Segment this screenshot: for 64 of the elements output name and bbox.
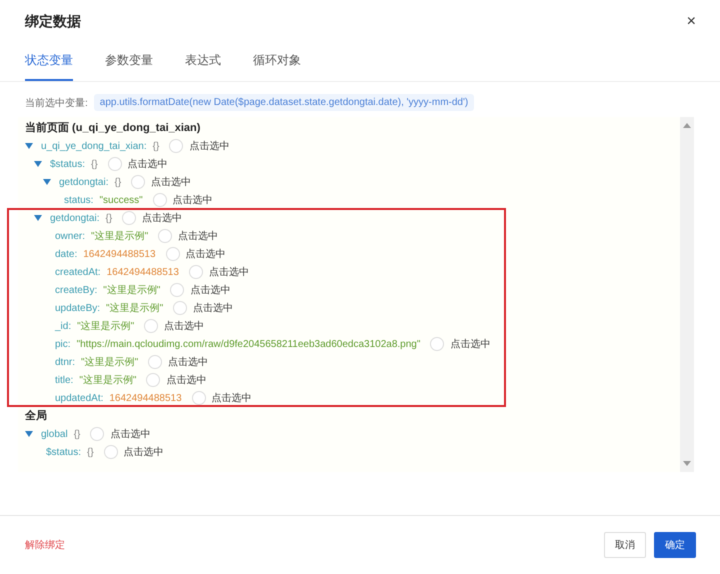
variable-key: createdAt: [55,266,101,278]
tab[interactable]: 参数变量 [105,46,153,81]
variable-value: "这里是示例" [81,356,138,369]
variable-value: {} [74,428,80,440]
variable-key: createBy: [55,284,98,296]
variable-value: 1642494488513 [109,392,182,404]
tab[interactable]: 表达式 [185,46,221,81]
variable-key: updatedAt: [55,392,104,404]
variable-value: {} [152,140,160,152]
variable-key: status: [64,194,94,206]
select-label[interactable]: 点击选中 [450,337,490,351]
select-label[interactable]: 点击选中 [212,391,252,405]
tab[interactable]: 状态变量 [25,46,73,81]
current-variable-value: app.utils.formatDate(new Date($page.dataset.state.getdongtai.date), 'yyyy-mm-dd') [94,94,474,111]
select-label[interactable]: 点击选中 [128,157,168,171]
dialog-title: 绑定数据 [25,13,81,31]
confirm-button[interactable]: 确定 [654,532,696,558]
select-label[interactable]: 点击选中 [124,445,164,459]
select-label[interactable]: 点击选中 [168,355,208,369]
tab[interactable]: 循环对象 [253,46,301,81]
close-button[interactable]: × [686,13,696,31]
select-label[interactable]: 点击选中 [151,175,192,189]
section-title: 当前页面 (u_qi_ye_dong_tai_xian) [25,120,202,136]
section-title: 全局 [25,408,48,424]
select-label[interactable]: 点击选中 [172,193,213,207]
variable-key: updateBy: [55,302,100,314]
variable-value: {} [91,158,98,170]
variable-value: 1642494488513 [83,248,156,260]
variable-key: $status: [50,158,86,170]
select-label[interactable]: 点击选中 [190,283,230,297]
variable-key: owner: [55,230,86,242]
variable-value: "这里是示例" [103,284,160,297]
variable-key: $status: [46,446,82,458]
variable-key: getdongtai: [59,176,108,188]
variable-key: _id: [55,320,72,332]
variable-key: u_qi_ye_dong_tai_xian: [41,140,147,152]
variable-key: date: [55,248,78,260]
variable-key: global [41,428,68,440]
select-label[interactable]: 点击选中 [208,265,249,279]
variable-value: {} [87,446,94,458]
variable-value: {} [114,176,122,188]
current-variable-label: 当前选中变量: [25,96,88,110]
select-label[interactable]: 点击选中 [186,247,226,261]
unbind-link[interactable]: 解除绑定 [25,538,65,552]
select-label[interactable]: 点击选中 [193,301,234,315]
variable-key: dtnr: [55,356,76,368]
variable-value: "这里是示例" [79,374,136,387]
select-label[interactable]: 点击选中 [142,211,182,225]
variable-key: getdongtai: [50,212,100,224]
variable-value: "https://main.qcloudimg.com/raw/d9fe2045658211eeb3ad60edca3102a8.png" [76,338,420,350]
variable-value: "这里是示例" [77,320,134,333]
select-label[interactable]: 点击选中 [164,319,204,333]
variable-value: "这里是示例" [106,302,164,315]
variable-value: "success" [99,194,143,206]
select-label[interactable]: 点击选中 [189,139,230,153]
cancel-button[interactable]: 取消 [604,532,646,558]
variable-key: pic: [55,338,71,350]
variable-value: 1642494488513 [106,266,179,278]
variable-value: {} [106,212,112,224]
select-label[interactable]: 点击选中 [178,229,218,243]
variable-key: title: [55,374,74,386]
variable-value: "这里是示例" [91,230,148,243]
select-label[interactable]: 点击选中 [110,427,150,441]
select-label[interactable]: 点击选中 [166,373,206,387]
